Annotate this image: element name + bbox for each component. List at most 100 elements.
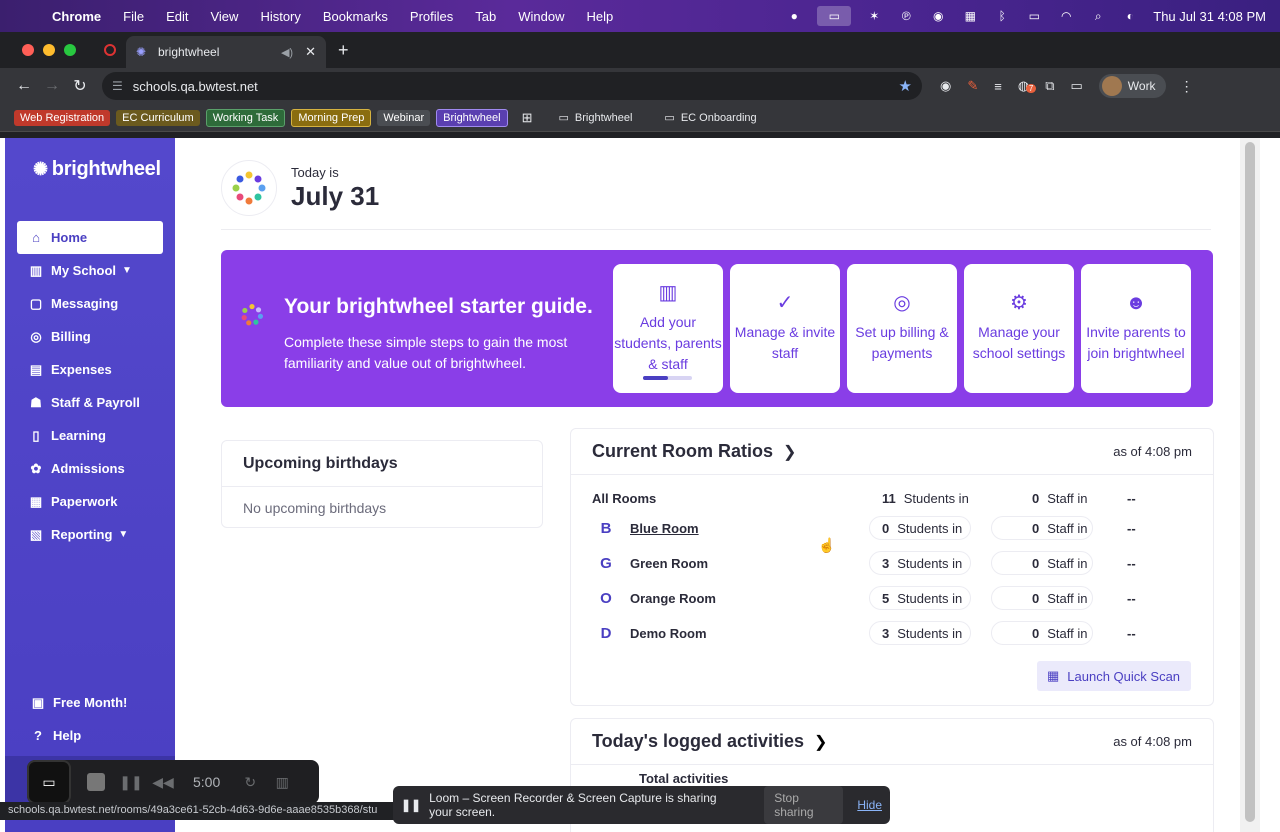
guide-card-billing[interactable]: ◎ Set up billing & payments (847, 264, 957, 393)
room-link-green[interactable]: Green Room (630, 556, 708, 571)
camera-icon[interactable]: ▭ (27, 760, 71, 804)
spotlight-search-icon[interactable]: ⌕ (1089, 9, 1107, 23)
page-scrollbar[interactable] (1240, 138, 1260, 832)
side-panel-icon[interactable]: ▭ (1070, 78, 1082, 94)
ratios-title[interactable]: Current Room Ratios (592, 441, 773, 462)
close-tab-icon[interactable]: ✕ (305, 44, 316, 60)
bookmark-web-registration[interactable]: Web Registration (14, 109, 111, 126)
menu-app-name[interactable]: Chrome (52, 9, 101, 24)
extension-g-icon[interactable]: ◉ (940, 78, 951, 94)
students-count[interactable]: 5 Students in (869, 586, 971, 610)
guide-card-school-settings[interactable]: ⚙ Manage your school settings (964, 264, 1074, 393)
address-bar[interactable]: ☰ schools.qa.bwtest.net ★ (102, 72, 922, 100)
microphone-icon[interactable]: ● (785, 9, 803, 23)
minimize-window-button[interactable] (43, 44, 55, 56)
gear-icon: ⚙ (1010, 292, 1028, 314)
apps-grid-icon[interactable]: ⊞ (522, 110, 533, 126)
bookmark-ec-curriculum[interactable]: EC Curriculum (116, 109, 200, 126)
zoom-icon[interactable]: ◉ (929, 9, 947, 23)
bookmark-webinar[interactable]: Webinar (377, 109, 431, 126)
sidebar-item-my-school[interactable]: ▥ My School ▼ (5, 254, 175, 287)
room-link-blue[interactable]: Blue Room (630, 521, 699, 536)
bluetooth-icon[interactable]: ᛒ (993, 9, 1011, 23)
screen-share-icon[interactable]: ▭ (817, 6, 852, 26)
chevron-right-icon[interactable]: ❯ (783, 442, 796, 462)
speaker-icon[interactable]: ◀) (281, 46, 293, 59)
bookmark-morning-prep[interactable]: Morning Prep (291, 108, 372, 127)
sidebar-item-paperwork[interactable]: ▦ Paperwork (5, 485, 175, 518)
close-window-button[interactable] (22, 44, 34, 56)
extensions-puzzle-icon[interactable]: ⧉ (1045, 78, 1054, 94)
scrollbar-thumb[interactable] (1245, 142, 1255, 822)
menu-file[interactable]: File (123, 9, 144, 24)
hide-sharing-button[interactable]: Hide (857, 798, 882, 812)
maximize-window-button[interactable] (64, 44, 76, 56)
staff-count[interactable]: 0 Staff in (991, 551, 1093, 575)
expenses-icon: ▤ (29, 361, 43, 377)
sidebar-item-learning[interactable]: ▯ Learning (5, 419, 175, 452)
sidebar-item-home[interactable]: ⌂ Home (17, 221, 163, 254)
back-button[interactable]: ← (10, 77, 38, 95)
trash-icon[interactable]: ▥ (266, 774, 298, 791)
sidebar-item-free-month[interactable]: ▣ Free Month! (5, 686, 175, 719)
browser-menu-icon[interactable]: ⋮ (1180, 78, 1194, 95)
staff-count[interactable]: 0 Staff in (991, 621, 1093, 645)
room-link-orange[interactable]: Orange Room (630, 591, 716, 606)
menu-history[interactable]: History (260, 9, 300, 24)
control-center-icon[interactable]: ◐ (1121, 9, 1139, 23)
bookmark-folder-brightwheel[interactable]: ▭ Brightwheel (553, 109, 639, 126)
extension-pen-icon[interactable]: ✎ (967, 78, 978, 94)
bookmark-working-task[interactable]: Working Task (205, 108, 286, 127)
bookmark-star-icon[interactable]: ★ (899, 77, 912, 95)
menu-bookmarks[interactable]: Bookmarks (323, 9, 388, 24)
students-count[interactable]: 3 Students in (869, 621, 971, 645)
app-grid-icon[interactable]: ▦ (961, 9, 979, 23)
menu-view[interactable]: View (210, 9, 238, 24)
menu-help[interactable]: Help (587, 9, 614, 24)
students-count[interactable]: 0 Students in (869, 516, 971, 540)
pause-icon[interactable]: ❚❚ (115, 774, 147, 791)
sidebar-item-messaging[interactable]: ▢ Messaging (5, 287, 175, 320)
menu-edit[interactable]: Edit (166, 9, 188, 24)
sidebar-item-billing[interactable]: ◎ Billing (5, 320, 175, 353)
extension-badge-icon[interactable]: ◍ 7 (1018, 78, 1037, 94)
staff-count[interactable]: 0 Staff in (991, 586, 1093, 610)
menu-tab[interactable]: Tab (475, 9, 496, 24)
forward-button[interactable]: → (38, 77, 66, 95)
tab-brightwheel[interactable]: ✺ brightwheel ◀) ✕ (126, 36, 326, 68)
room-link-demo[interactable]: Demo Room (630, 626, 707, 641)
sidebar-item-help[interactable]: ? Help (5, 719, 175, 752)
sidebar-item-expenses[interactable]: ▤ Expenses (5, 353, 175, 386)
menu-window[interactable]: Window (518, 9, 564, 24)
chevron-right-icon[interactable]: ❯ (814, 732, 827, 752)
bookmark-folder-ec-onboarding[interactable]: ▭ EC Onboarding (658, 109, 762, 126)
bookmark-brightwheel[interactable]: Brightwheel (436, 108, 508, 127)
activities-title[interactable]: Today's logged activities (592, 731, 804, 752)
guide-card-add-students[interactable]: ▥ Add your students, parents & staff (613, 264, 723, 393)
sidebar-item-staff-payroll[interactable]: ☗ Staff & Payroll (5, 386, 175, 419)
new-tab-button[interactable]: + (338, 40, 349, 61)
extension-lines-icon[interactable]: ≡ (994, 79, 1002, 94)
rewind-icon[interactable]: ◀◀ (147, 774, 179, 791)
ratio-value: -- (1127, 555, 1136, 571)
guide-card-manage-staff[interactable]: ✓ Manage & invite staff (730, 264, 840, 393)
battery-icon[interactable]: ▭ (1025, 9, 1043, 23)
restart-icon[interactable]: ↻ (234, 774, 266, 791)
menubar-clock[interactable]: Thu Jul 31 4:08 PM (1153, 9, 1266, 24)
reload-button[interactable]: ↻ (66, 76, 94, 96)
app-p-icon[interactable]: ℗ (897, 9, 915, 23)
stop-recording-icon[interactable] (87, 773, 105, 791)
menu-profiles[interactable]: Profiles (410, 9, 453, 24)
wifi-icon[interactable]: ◠ (1057, 9, 1075, 23)
guide-card-invite-parents[interactable]: ☻ Invite parents to join brightwheel (1081, 264, 1191, 393)
students-count[interactable]: 3 Students in (869, 551, 971, 575)
staff-count[interactable]: 0 Staff in (991, 516, 1093, 540)
sidebar-item-admissions[interactable]: ✿ Admissions (5, 452, 175, 485)
brightwheel-logo[interactable]: ✺ brightwheel (33, 158, 161, 181)
butterfly-icon[interactable]: ✶ (865, 9, 883, 23)
profile-button[interactable]: Work (1098, 74, 1166, 98)
launch-quick-scan-button[interactable]: ▦ Launch Quick Scan (1037, 661, 1191, 691)
stop-sharing-button[interactable]: Stop sharing (764, 786, 844, 824)
site-settings-icon[interactable]: ☰ (112, 79, 123, 93)
sidebar-item-reporting[interactable]: ▧ Reporting ▼ (5, 518, 175, 551)
